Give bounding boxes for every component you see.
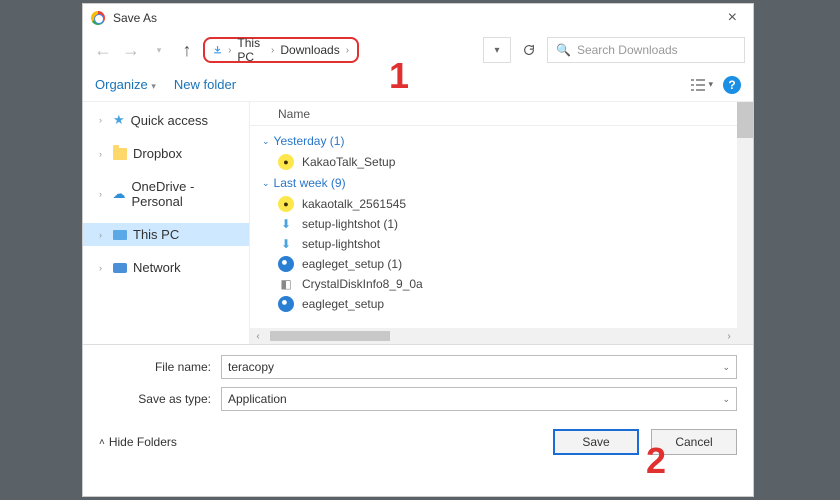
tree-onedrive[interactable]: › ☁ OneDrive - Personal — [83, 175, 249, 213]
chevron-right-icon: › — [228, 45, 231, 56]
file-pane: Name ⌄ Yesterday (1) ● KakaoTalk_Setup ⌄ … — [249, 102, 753, 344]
group-yesterday[interactable]: ⌄ Yesterday (1) — [250, 130, 753, 152]
file-item[interactable]: eagleget_setup (1) — [250, 254, 753, 274]
nav-tree: › ★ Quick access › Dropbox › ☁ OneDrive … — [83, 102, 249, 344]
file-name: eagleget_setup (1) — [302, 257, 402, 271]
saveastype-select[interactable]: Application ⌄ — [221, 387, 737, 411]
tree-label: Network — [133, 260, 181, 275]
chevron-down-icon[interactable]: ⌄ — [722, 394, 730, 405]
toolbar: Organize ▾ New folder ▾ ? — [83, 68, 753, 102]
star-icon: ★ — [113, 112, 125, 128]
pc-icon — [113, 230, 127, 240]
hide-folders-label: Hide Folders — [109, 435, 177, 449]
file-name: setup-lightshot — [302, 237, 380, 251]
tree-label: Quick access — [131, 113, 208, 128]
back-button[interactable]: ← — [91, 38, 115, 62]
tree-label: OneDrive - Personal — [131, 179, 241, 209]
chevron-right-icon: › — [99, 189, 106, 199]
horizontal-scrollbar[interactable]: ‹ › — [250, 328, 737, 344]
chevron-right-icon: › — [346, 45, 349, 56]
up-button[interactable]: ↑ — [175, 38, 199, 62]
nav-row: ← → ▾ ↑ › This PC › Downloads › ▾ 🔍 Sear… — [83, 32, 753, 68]
chevron-right-icon: › — [99, 230, 107, 240]
search-icon: 🔍 — [556, 43, 571, 57]
tree-quick-access[interactable]: › ★ Quick access — [83, 108, 249, 132]
setup-icon: ⬇ — [278, 236, 294, 252]
file-name: eagleget_setup — [302, 297, 384, 311]
chevron-right-icon: › — [271, 45, 274, 56]
chevron-right-icon: › — [99, 149, 107, 159]
column-header-name[interactable]: Name — [250, 102, 753, 126]
help-button[interactable]: ? — [723, 76, 741, 94]
folder-icon — [113, 148, 127, 160]
network-icon — [113, 263, 127, 273]
save-button[interactable]: Save — [553, 429, 639, 455]
scroll-right-icon[interactable]: › — [721, 331, 737, 342]
chevron-down-icon[interactable]: ⌄ — [722, 362, 730, 373]
titlebar: Save As × — [83, 4, 753, 32]
app-icon: ● — [278, 196, 294, 212]
tree-this-pc[interactable]: › This PC — [83, 223, 249, 246]
app-icon — [278, 256, 294, 272]
group-label: Last week (9) — [274, 176, 346, 190]
scrollbar-thumb[interactable] — [737, 102, 753, 138]
tree-label: Dropbox — [133, 146, 182, 161]
file-name: CrystalDiskInfo8_9_0a — [302, 277, 423, 291]
organize-button[interactable]: Organize ▾ — [95, 77, 156, 92]
window-title: Save As — [113, 11, 157, 25]
file-item[interactable]: ● KakaoTalk_Setup — [250, 152, 753, 172]
save-as-dialog: Save As × ← → ▾ ↑ › This PC › Downloads … — [82, 3, 754, 497]
file-item[interactable]: ● kakaotalk_2561545 — [250, 194, 753, 214]
filename-label: File name: — [99, 360, 221, 374]
chevron-right-icon: › — [99, 115, 107, 125]
view-options-button[interactable]: ▾ — [690, 78, 713, 92]
chevron-right-icon: › — [99, 263, 107, 273]
address-bar[interactable]: › This PC › Downloads › — [203, 37, 359, 63]
group-label: Yesterday (1) — [274, 134, 345, 148]
close-button[interactable]: × — [720, 9, 745, 27]
setup-icon: ⬇ — [278, 216, 294, 232]
tree-dropbox[interactable]: › Dropbox — [83, 142, 249, 165]
file-name: KakaoTalk_Setup — [302, 155, 395, 169]
vertical-scrollbar[interactable] — [737, 102, 753, 344]
disk-icon: ◧ — [278, 276, 294, 292]
body: › ★ Quick access › Dropbox › ☁ OneDrive … — [83, 102, 753, 344]
chevron-up-icon: ˄ — [99, 437, 105, 448]
file-item[interactable]: ⬇ setup-lightshot — [250, 234, 753, 254]
tree-network[interactable]: › Network — [83, 256, 249, 279]
chevron-down-icon: ⌄ — [262, 178, 270, 189]
breadcrumb-this-pc[interactable]: This PC — [237, 36, 265, 64]
downloads-icon — [213, 43, 222, 57]
file-item[interactable]: ⬇ setup-lightshot (1) — [250, 214, 753, 234]
file-item[interactable]: ◧ CrystalDiskInfo8_9_0a — [250, 274, 753, 294]
scroll-left-icon[interactable]: ‹ — [250, 331, 266, 342]
search-input[interactable]: 🔍 Search Downloads — [547, 37, 745, 63]
breadcrumb-downloads[interactable]: Downloads — [280, 43, 339, 57]
saveastype-label: Save as type: — [99, 392, 221, 406]
filename-value: teracopy — [228, 360, 274, 374]
group-last-week[interactable]: ⌄ Last week (9) — [250, 172, 753, 194]
chevron-down-icon: ⌄ — [262, 136, 270, 147]
app-icon: ● — [278, 154, 294, 170]
recent-dropdown[interactable]: ▾ — [147, 38, 171, 62]
file-name: setup-lightshot (1) — [302, 217, 398, 231]
refresh-button[interactable] — [515, 37, 543, 63]
app-icon — [278, 296, 294, 312]
chrome-icon — [91, 11, 105, 25]
hide-folders-button[interactable]: ˄ Hide Folders — [99, 435, 177, 449]
saveastype-value: Application — [228, 392, 287, 406]
file-list: ⌄ Yesterday (1) ● KakaoTalk_Setup ⌄ Last … — [250, 126, 753, 328]
cancel-button[interactable]: Cancel — [651, 429, 737, 455]
search-placeholder: Search Downloads — [577, 43, 678, 57]
forward-button[interactable]: → — [119, 38, 143, 62]
address-dropdown[interactable]: ▾ — [483, 37, 511, 63]
cloud-icon: ☁ — [112, 186, 125, 202]
file-item[interactable]: eagleget_setup — [250, 294, 753, 314]
scrollbar-thumb[interactable] — [270, 331, 390, 341]
file-name: kakaotalk_2561545 — [302, 197, 406, 211]
new-folder-button[interactable]: New folder — [174, 77, 236, 92]
bottom-panel: File name: teracopy ⌄ Save as type: Appl… — [83, 344, 753, 465]
filename-input[interactable]: teracopy ⌄ — [221, 355, 737, 379]
tree-label: This PC — [133, 227, 179, 242]
